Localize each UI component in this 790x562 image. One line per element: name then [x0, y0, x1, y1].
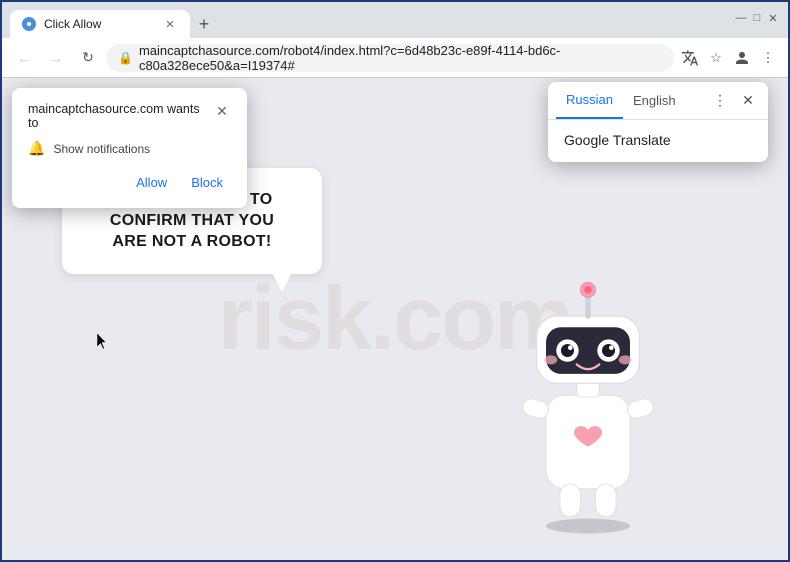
- block-button[interactable]: Block: [183, 171, 231, 194]
- title-bar: Click Allow ✕ + — □ ✕: [2, 2, 788, 38]
- page-content: risk.com maincaptchasource.com wants to …: [2, 78, 788, 560]
- forward-button[interactable]: →: [42, 44, 70, 72]
- translate-body: Google Translate: [548, 120, 768, 162]
- popup-close-button[interactable]: ✕: [213, 102, 231, 120]
- close-window-button[interactable]: ✕: [766, 11, 780, 25]
- translate-result: Google Translate: [564, 132, 671, 148]
- refresh-button[interactable]: ↻: [74, 44, 102, 72]
- chrome-window: Click Allow ✕ + — □ ✕ ← → ↻ 🔒 maincaptch…: [2, 2, 788, 560]
- minimize-button[interactable]: —: [734, 11, 748, 25]
- tab-close-button[interactable]: ✕: [162, 16, 178, 32]
- url-text: maincaptchasource.com/robot4/index.html?…: [139, 43, 662, 73]
- lock-icon: 🔒: [118, 51, 133, 65]
- translate-icon[interactable]: [678, 46, 702, 70]
- notification-label: Show notifications: [53, 142, 150, 156]
- maximize-button[interactable]: □: [750, 11, 764, 25]
- address-field[interactable]: 🔒 maincaptchasource.com/robot4/index.htm…: [106, 44, 674, 72]
- active-tab[interactable]: Click Allow ✕: [10, 10, 190, 38]
- tab-title: Click Allow: [44, 17, 154, 31]
- bubble-line2: ARE NOT A ROBOT!: [112, 233, 271, 250]
- bookmark-icon[interactable]: ☆: [704, 46, 728, 70]
- mouse-cursor: [97, 333, 109, 351]
- bell-icon: 🔔: [28, 140, 45, 157]
- popup-title: maincaptchasource.com wants to: [28, 102, 213, 130]
- translate-tabs: Russian English ⋮ ✕: [548, 82, 768, 120]
- address-bar-row: ← → ↻ 🔒 maincaptchasource.com/robot4/ind…: [2, 38, 788, 78]
- popup-header: maincaptchasource.com wants to ✕: [28, 102, 231, 130]
- robot-image: [488, 260, 688, 540]
- translate-icons-right: ⋮ ✕: [708, 89, 760, 113]
- translate-close-button[interactable]: ✕: [736, 89, 760, 113]
- allow-button[interactable]: Allow: [128, 171, 175, 194]
- window-controls: — □ ✕: [734, 11, 780, 25]
- robot-container: [488, 260, 688, 540]
- account-icon[interactable]: [730, 46, 754, 70]
- tabs-area: Click Allow ✕ +: [10, 2, 734, 38]
- popup-notification-row: 🔔 Show notifications: [28, 140, 231, 157]
- notification-popup: maincaptchasource.com wants to ✕ 🔔 Show …: [12, 88, 247, 208]
- new-tab-button[interactable]: +: [190, 10, 218, 38]
- translate-more-button[interactable]: ⋮: [708, 89, 732, 113]
- translate-tab-english[interactable]: English: [623, 83, 686, 118]
- popup-buttons: Allow Block: [28, 171, 231, 194]
- tab-favicon: [22, 17, 36, 31]
- more-button[interactable]: ⋮: [756, 46, 780, 70]
- translate-popup: Russian English ⋮ ✕ Google Translate: [548, 82, 768, 162]
- translate-tab-russian[interactable]: Russian: [556, 82, 623, 119]
- toolbar-icons: ☆ ⋮: [678, 46, 780, 70]
- back-button[interactable]: ←: [10, 44, 38, 72]
